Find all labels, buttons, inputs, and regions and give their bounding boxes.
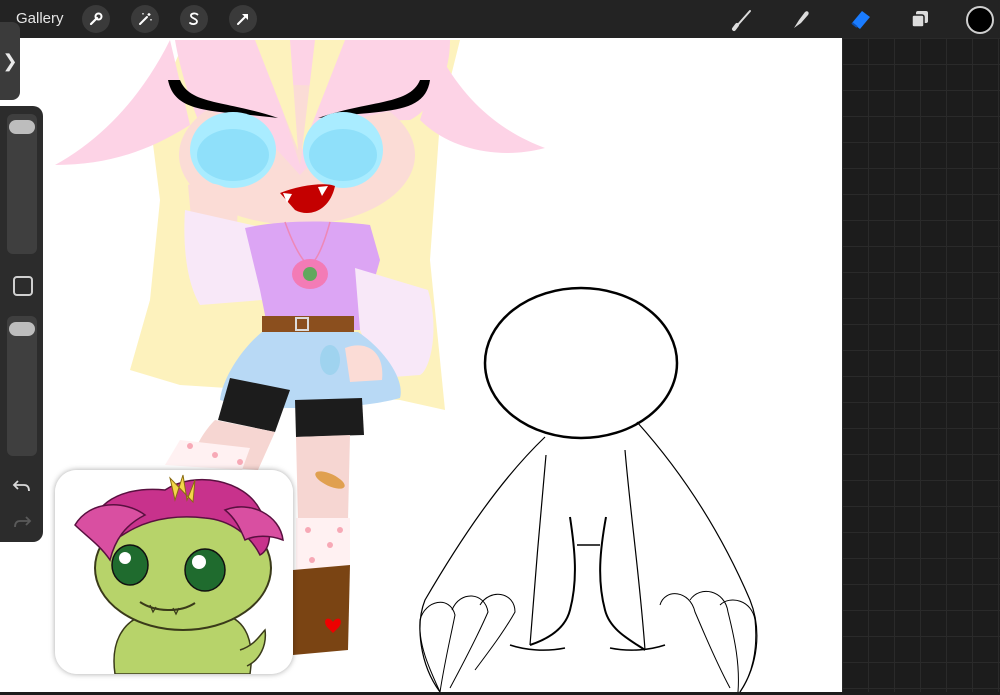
workspace-background	[842, 38, 1000, 695]
undo-button[interactable]	[10, 476, 34, 496]
brush-opacity-slider[interactable]	[7, 316, 37, 456]
smudge-icon	[794, 11, 809, 28]
reference-image-window[interactable]	[55, 470, 293, 674]
color-picker-button[interactable]	[966, 6, 994, 34]
redo-button[interactable]	[10, 512, 34, 532]
layers-icon	[911, 11, 928, 28]
eraser-icon	[851, 11, 870, 29]
brush-opacity-slider-knob[interactable]	[9, 322, 35, 336]
selection-s-icon	[189, 12, 199, 25]
actions-button[interactable]	[82, 5, 110, 33]
gallery-button[interactable]: Gallery	[16, 10, 64, 27]
redo-icon	[14, 516, 32, 528]
sidebar-expand-handle[interactable]: ❯	[0, 22, 20, 100]
selection-button[interactable]	[180, 5, 208, 33]
transform-button[interactable]	[229, 5, 257, 33]
brush-tool-button[interactable]	[728, 4, 758, 34]
brush-size-slider[interactable]	[7, 114, 37, 254]
wrench-icon	[89, 12, 103, 26]
chevron-right-icon: ❯	[2, 50, 18, 71]
undo-icon	[12, 480, 30, 492]
reference-character-image	[55, 470, 293, 674]
smudge-tool-button[interactable]	[786, 4, 816, 34]
eraser-tool-button[interactable]	[846, 4, 876, 34]
brush-size-slider-knob[interactable]	[9, 120, 35, 134]
arrow-cursor-icon	[237, 14, 248, 25]
magic-wand-icon	[139, 13, 152, 25]
top-toolbar: Gallery	[0, 0, 1000, 38]
brush-icon	[732, 10, 751, 31]
adjustments-button[interactable]	[131, 5, 159, 33]
layers-button[interactable]	[905, 4, 935, 34]
modify-button[interactable]	[13, 276, 33, 296]
sidebar	[0, 106, 43, 542]
